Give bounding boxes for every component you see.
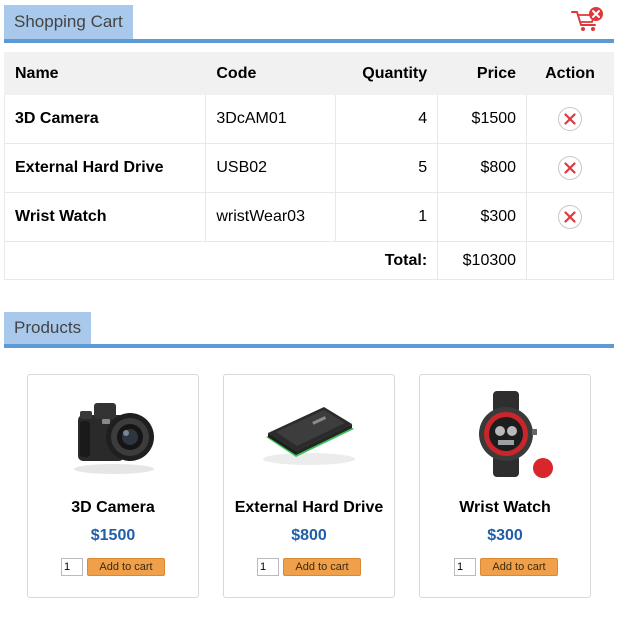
products-header: Products: [4, 312, 614, 348]
column-header-price: Price: [437, 52, 528, 95]
remove-item-button[interactable]: [558, 156, 583, 180]
wrist-watch-icon: [448, 389, 562, 479]
total-label: Total:: [3, 241, 439, 280]
total-empty-cell: [526, 241, 614, 280]
products-title: Products: [4, 312, 92, 344]
table-row: 3D Camera 3DcAM01 4 $1500: [3, 94, 614, 144]
quantity-input[interactable]: [257, 558, 279, 576]
item-name: Wrist Watch: [3, 192, 207, 242]
table-row: External Hard Drive USB02 5 $800: [3, 143, 614, 193]
item-code: USB02: [205, 143, 337, 193]
cart-header: Shopping Cart: [4, 5, 614, 43]
cart-header-row: Name Code Quantity Price Action: [3, 52, 614, 95]
product-name: External Hard Drive: [234, 499, 384, 516]
quantity-input[interactable]: [61, 558, 83, 576]
remove-icon: [564, 113, 576, 125]
product-price: $300: [487, 527, 523, 544]
remove-icon: [564, 162, 576, 174]
item-quantity: 5: [335, 143, 439, 193]
item-quantity: 4: [335, 94, 439, 144]
item-name: 3D Camera: [3, 94, 207, 144]
product-card: 3D Camera $1500 Add to cart: [27, 374, 199, 598]
product-name: Wrist Watch: [459, 499, 551, 516]
empty-cart-icon[interactable]: [570, 6, 606, 34]
product-name: 3D Camera: [71, 499, 155, 516]
item-price: $1500: [437, 94, 528, 144]
column-header-name: Name: [3, 52, 207, 95]
quantity-input[interactable]: [454, 558, 476, 576]
item-code: 3DcAM01: [205, 94, 337, 144]
column-header-quantity: Quantity: [335, 52, 439, 95]
item-quantity: 1: [335, 192, 439, 242]
item-price: $800: [437, 143, 528, 193]
item-action: [526, 94, 614, 144]
total-row: Total: $10300: [3, 241, 614, 280]
column-header-action: Action: [526, 52, 614, 95]
product-card: External Hard Drive $800 Add to cart: [223, 374, 395, 598]
add-to-cart-button[interactable]: Add to cart: [87, 558, 165, 576]
hard-drive-icon: [252, 389, 366, 479]
item-action: [526, 143, 614, 193]
product-price: $1500: [90, 527, 136, 544]
cart-table: Name Code Quantity Price Action 3D Camer…: [3, 52, 614, 280]
product-card: Wrist Watch $300 Add to cart: [419, 374, 591, 598]
table-row: Wrist Watch wristWear03 1 $300: [3, 192, 614, 242]
cart-title: Shopping Cart: [4, 5, 133, 39]
remove-icon: [564, 211, 576, 223]
camera-icon: [56, 389, 170, 479]
column-header-code: Code: [205, 52, 337, 95]
add-to-cart-button[interactable]: Add to cart: [480, 558, 558, 576]
item-code: wristWear03: [205, 192, 337, 242]
product-price: $800: [291, 527, 327, 544]
item-name: External Hard Drive: [3, 143, 207, 193]
total-value: $10300: [437, 241, 528, 280]
add-to-cart-button[interactable]: Add to cart: [283, 558, 361, 576]
item-price: $300: [437, 192, 528, 242]
remove-item-button[interactable]: [558, 107, 583, 131]
remove-item-button[interactable]: [558, 205, 583, 229]
item-action: [526, 192, 614, 242]
